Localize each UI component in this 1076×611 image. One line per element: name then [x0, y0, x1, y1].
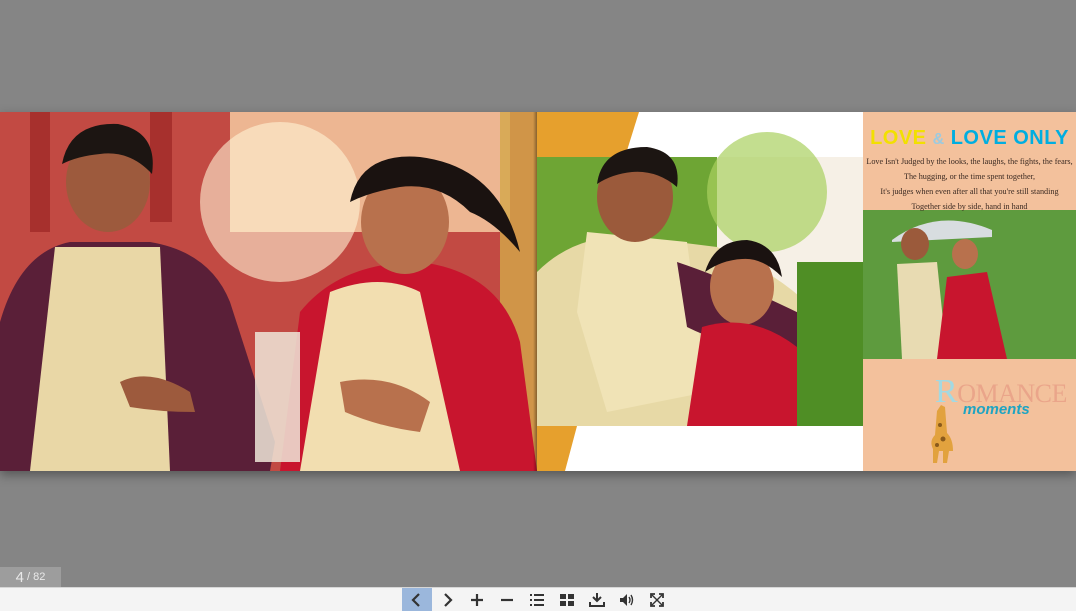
title-word-love: LOVE: [870, 127, 927, 149]
romance-moments-panel: ROMANCE moments: [863, 359, 1076, 471]
zoom-in-button[interactable]: [462, 588, 492, 611]
download-icon: [589, 592, 605, 607]
poem-line: It's judges when even after all that you…: [880, 187, 1059, 196]
previous-page-button[interactable]: [402, 588, 432, 611]
plus-icon: [471, 593, 483, 606]
table-of-contents-button[interactable]: [522, 588, 552, 611]
love-poem: Love Isn't Judged by the looks, the laug…: [863, 154, 1076, 214]
left-page-photo[interactable]: [0, 112, 537, 471]
right-page[interactable]: LOVE & LOVE ONLY Love Isn't Judged by th…: [537, 112, 1076, 471]
poem-line: Love Isn't Judged by the looks, the laug…: [866, 157, 1073, 166]
current-page-number: 4: [15, 568, 25, 586]
chevron-right-icon: [444, 592, 453, 607]
love-quote-panel: LOVE & LOVE ONLY Love Isn't Judged by th…: [863, 112, 1076, 211]
poem-line: Together side by side, hand in hand: [911, 202, 1028, 211]
thumbnails-button[interactable]: [552, 588, 582, 611]
moments-heading: moments: [963, 401, 1030, 418]
grid-icon: [560, 593, 574, 606]
giraffe-illustration: [931, 405, 953, 463]
numbered-list-icon: [530, 593, 544, 606]
poem-line: The hugging, or the time spent together,: [903, 172, 1036, 181]
speaker-icon: [620, 593, 634, 606]
next-page-button[interactable]: [432, 588, 462, 611]
love-title: LOVE & LOVE ONLY: [863, 126, 1076, 152]
total-pages: 82: [33, 571, 46, 583]
sound-button[interactable]: [612, 588, 642, 611]
title-ampersand: &: [932, 131, 945, 148]
zoom-out-button[interactable]: [492, 588, 522, 611]
couple-seated-photo: [0, 112, 537, 471]
chevron-left-icon: [411, 592, 420, 607]
download-button[interactable]: [582, 588, 612, 611]
book-spread[interactable]: LOVE & LOVE ONLY Love Isn't Judged by th…: [0, 112, 1076, 471]
page-separator: /: [27, 571, 31, 583]
fullscreen-icon: [650, 592, 664, 607]
page-indicator: 4 / 82: [0, 567, 61, 587]
viewer-toolbar: [0, 587, 1076, 611]
minus-icon: [501, 598, 513, 601]
fullscreen-button[interactable]: [642, 588, 672, 611]
title-love-only: LOVE ONLY: [950, 127, 1069, 149]
